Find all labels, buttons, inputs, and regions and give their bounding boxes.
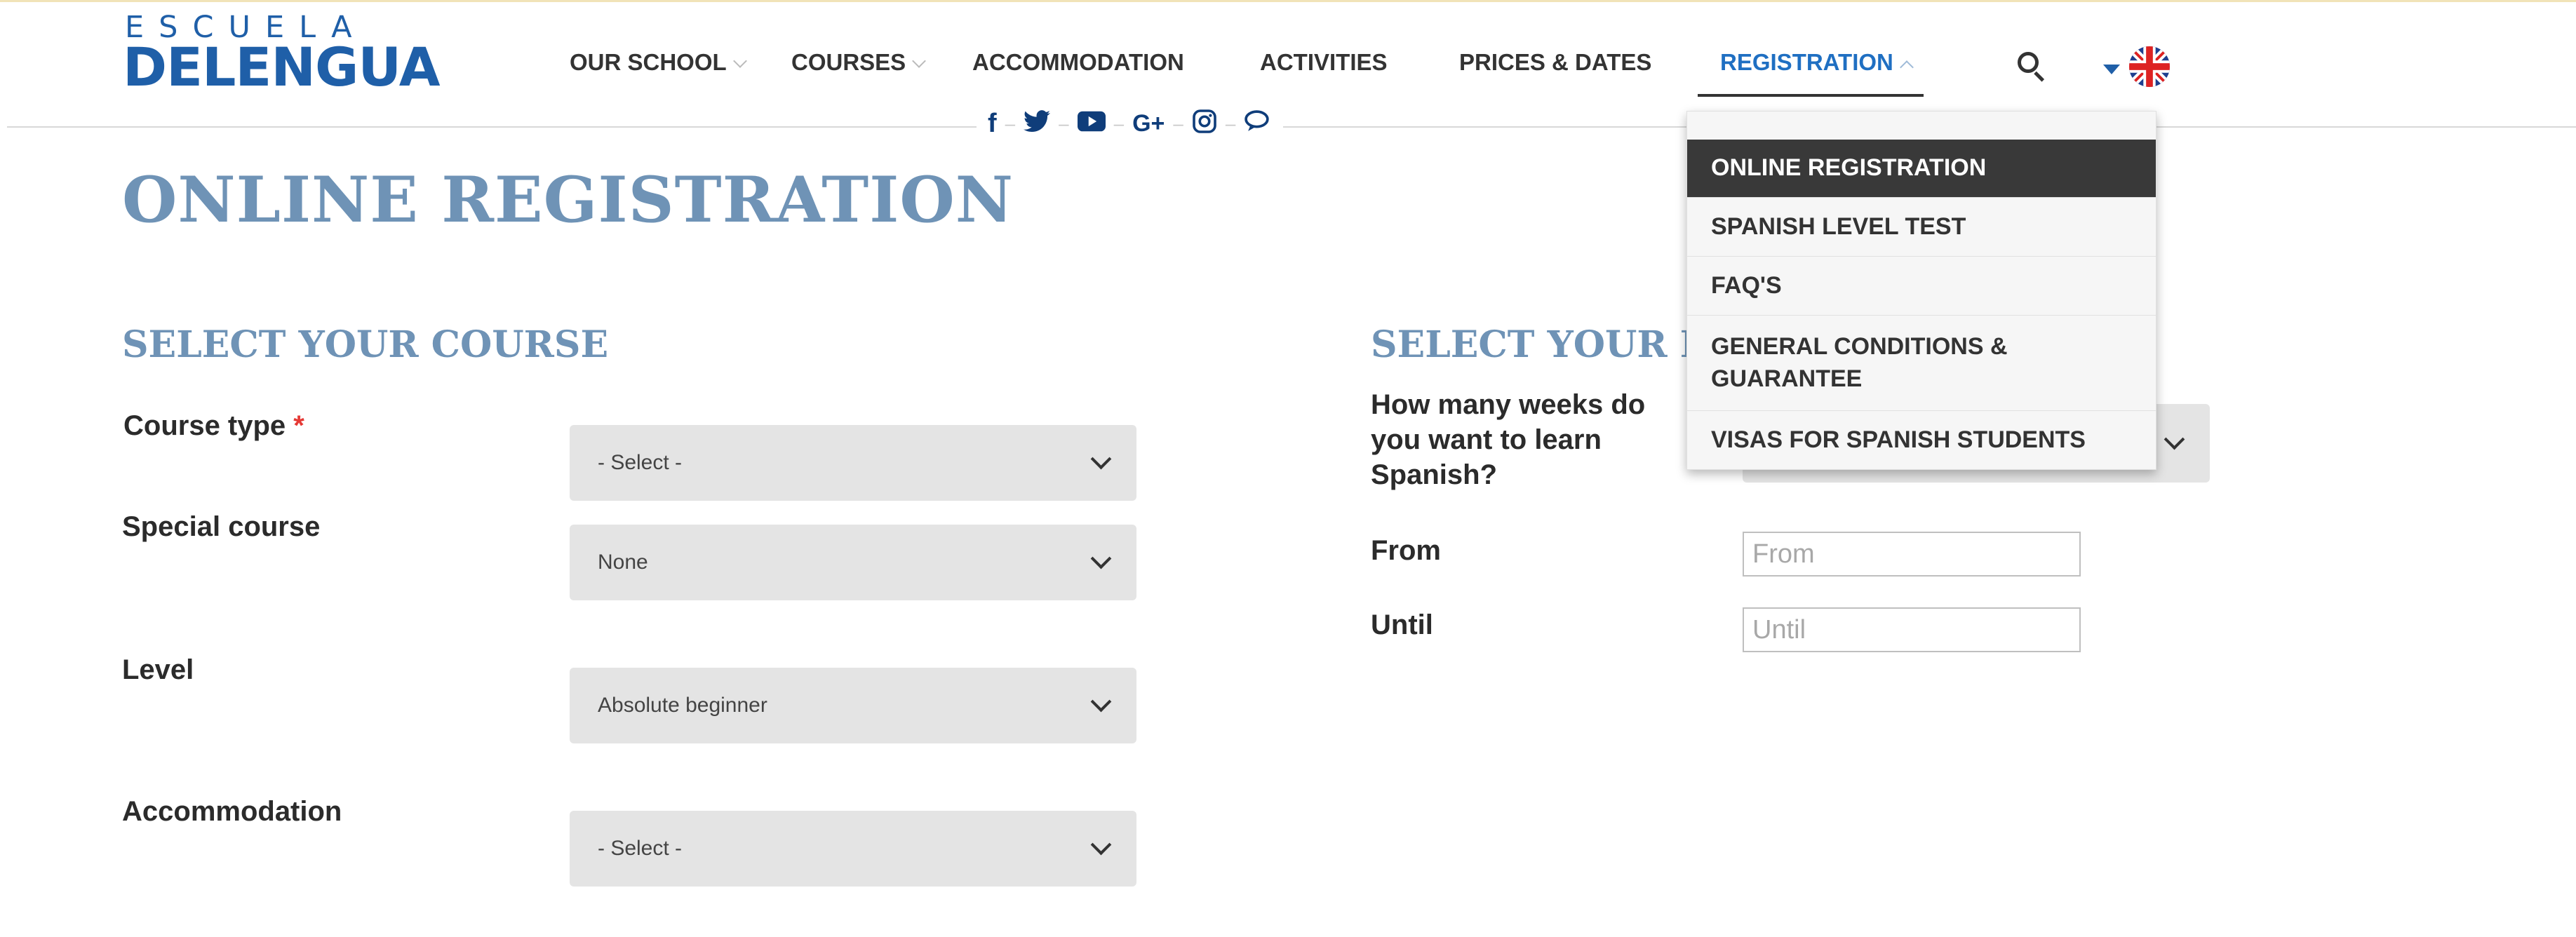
chevron-down-icon bbox=[1090, 834, 1112, 855]
google-plus-icon[interactable]: G+ bbox=[1132, 112, 1165, 135]
special-course-value: None bbox=[598, 551, 648, 574]
chevron-down-icon bbox=[912, 54, 927, 68]
separator: – bbox=[1005, 112, 1016, 134]
nav-label: COURSES bbox=[791, 49, 906, 75]
nav-label: REGISTRATION bbox=[1720, 49, 1893, 75]
search-icon-handle bbox=[2034, 71, 2045, 82]
course-type-select[interactable]: - Select - bbox=[570, 425, 1136, 501]
social-links: f – – – G+ – – bbox=[977, 107, 1284, 140]
menu-item-visas[interactable]: VISAS FOR SPANISH STUDENTS bbox=[1687, 410, 2156, 469]
instagram-graphic bbox=[1193, 109, 1216, 133]
page-title: ONLINE REGISTRATION bbox=[122, 163, 1014, 237]
until-label: Until bbox=[1371, 609, 1433, 640]
chevron-down-icon bbox=[732, 54, 747, 68]
accommodation-value: - Select - bbox=[598, 837, 683, 860]
chevron-down-icon bbox=[1090, 548, 1112, 569]
twitter-bird-graphic bbox=[1024, 109, 1051, 132]
from-date-input[interactable] bbox=[1743, 532, 2081, 577]
from-label: From bbox=[1371, 535, 1441, 566]
uk-flag-icon[interactable] bbox=[2129, 46, 2170, 87]
until-date-input[interactable] bbox=[1743, 607, 2081, 652]
menu-item-general-conditions[interactable]: GENERAL CONDITIONS & GUARANTEE bbox=[1687, 315, 2156, 410]
separator: – bbox=[1225, 112, 1236, 134]
nav-prices-dates[interactable]: PRICES & DATES bbox=[1459, 50, 1651, 74]
header-divider bbox=[7, 126, 2576, 128]
menu-item-spanish-level-test[interactable]: SPANISH LEVEL TEST bbox=[1687, 197, 2156, 256]
facebook-icon[interactable]: f bbox=[988, 110, 997, 137]
nav-registration[interactable]: REGISTRATION bbox=[1720, 49, 1914, 75]
chevron-down-icon bbox=[1090, 448, 1112, 469]
course-type-text: Course type bbox=[123, 410, 286, 441]
logo[interactable]: DELENGUA bbox=[123, 41, 441, 94]
separator: – bbox=[1059, 112, 1069, 134]
chevron-up-icon bbox=[1899, 60, 1914, 74]
nav-courses[interactable]: COURSES bbox=[791, 49, 927, 75]
nav-our-school[interactable]: OUR SCHOOL bbox=[570, 49, 747, 75]
accommodation-label: Accommodation bbox=[122, 796, 342, 827]
youtube-icon[interactable] bbox=[1077, 110, 1106, 137]
chat-icon[interactable] bbox=[1244, 109, 1272, 138]
special-course-label: Special course bbox=[122, 511, 321, 542]
nav-label: PRICES & DATES bbox=[1459, 49, 1652, 75]
nav-label: ACCOMMODATION bbox=[972, 49, 1184, 75]
weeks-label: How many weeks do you want to learn Span… bbox=[1371, 389, 1646, 490]
level-label: Level bbox=[122, 654, 194, 685]
separator: – bbox=[1173, 112, 1183, 134]
nav-label: OUR SCHOOL bbox=[570, 49, 727, 75]
nav-accommodation[interactable]: ACCOMMODATION bbox=[972, 50, 1184, 74]
menu-item-online-registration[interactable]: ONLINE REGISTRATION bbox=[1687, 140, 2156, 197]
twitter-icon[interactable] bbox=[1024, 109, 1051, 137]
chevron-down-icon bbox=[2164, 429, 2185, 450]
course-type-value: - Select - bbox=[598, 451, 683, 474]
dates-section-heading: SELECT YOUR DA bbox=[1371, 323, 1740, 366]
active-nav-underline bbox=[1698, 94, 1924, 97]
registration-dropdown-menu: ONLINE REGISTRATION SPANISH LEVEL TEST F… bbox=[1686, 111, 2156, 470]
search-icon[interactable] bbox=[2018, 52, 2039, 73]
course-section-heading: SELECT YOUR COURSE bbox=[122, 323, 609, 366]
chevron-down-icon bbox=[1090, 691, 1112, 712]
special-course-select[interactable]: None bbox=[570, 525, 1136, 600]
instagram-icon[interactable] bbox=[1192, 109, 1217, 139]
youtube-graphic bbox=[1077, 111, 1106, 132]
level-value: Absolute beginner bbox=[598, 694, 767, 717]
chat-graphic bbox=[1245, 109, 1270, 131]
level-select[interactable]: Absolute beginner bbox=[570, 668, 1136, 743]
nav-activities[interactable]: ACTIVITIES bbox=[1260, 50, 1388, 74]
required-mark: * bbox=[293, 410, 304, 441]
course-type-label: Course type * bbox=[123, 408, 304, 443]
menu-item-faqs[interactable]: FAQ'S bbox=[1687, 256, 2156, 315]
caret-down-icon[interactable] bbox=[2103, 65, 2120, 74]
separator: – bbox=[1113, 112, 1125, 134]
top-accent-line bbox=[0, 0, 2576, 2]
accommodation-select[interactable]: - Select - bbox=[570, 811, 1136, 887]
nav-label: ACTIVITIES bbox=[1260, 49, 1388, 75]
uk-flag-graphic bbox=[2129, 46, 2170, 87]
